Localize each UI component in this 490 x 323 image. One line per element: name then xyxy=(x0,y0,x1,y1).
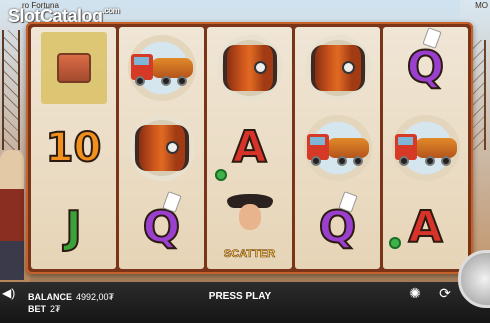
symbol-a-label: A xyxy=(231,122,267,173)
symbol-a: A xyxy=(385,189,466,267)
symbol-oil-truck xyxy=(297,109,378,187)
symbol-10-label: 10 xyxy=(45,125,103,171)
symbol-q: Q xyxy=(121,189,202,267)
reel-grid: 10 J Q A SCATTER Q Q A xyxy=(31,27,468,269)
symbol-oil-barrel xyxy=(297,29,378,107)
reel-3: A SCATTER xyxy=(207,27,292,269)
oil-barrel-icon xyxy=(304,35,371,101)
scatter-cowgirl-icon: SCATTER xyxy=(215,192,285,264)
balance-label: BALANCE xyxy=(28,292,72,302)
autoplay-icon[interactable]: ⟳ xyxy=(434,282,456,304)
reel-2: Q xyxy=(119,27,204,269)
watermark-suffix: .com xyxy=(102,6,120,15)
symbol-j-label: J xyxy=(64,202,82,253)
symbol-q-label: Q xyxy=(406,42,445,93)
symbol-oil-truck xyxy=(385,109,466,187)
oil-truck-icon xyxy=(127,35,196,101)
bet-label: BET xyxy=(28,304,46,314)
oil-barrel-icon xyxy=(216,35,283,101)
oil-truck-icon xyxy=(303,115,372,181)
press-play-prompt: PRESS PLAY xyxy=(208,291,272,302)
cowboy-character xyxy=(0,150,24,280)
symbol-a-label: A xyxy=(407,202,443,253)
reel-frame: 10 J Q A SCATTER Q Q A xyxy=(26,22,473,274)
symbol-oil-barrel xyxy=(209,29,290,107)
gem-icon xyxy=(215,169,227,181)
reel-5: Q A xyxy=(383,27,468,269)
symbol-oil-truck xyxy=(121,29,202,107)
oil-derrick-left xyxy=(2,30,20,150)
bet-row: BET 2₮ xyxy=(28,303,114,315)
symbol-q-label: Q xyxy=(318,202,357,253)
oil-barrel-icon xyxy=(128,115,195,181)
reel-1: 10 J xyxy=(31,27,116,269)
scatter-label: SCATTER xyxy=(223,248,276,261)
symbol-a: A xyxy=(209,109,290,187)
gem-icon xyxy=(389,237,401,249)
symbol-q: Q xyxy=(385,27,466,107)
balance-info: BALANCE 4992,00₮ BET 2₮ xyxy=(28,291,114,315)
balance-row: BALANCE 4992,00₮ xyxy=(28,291,114,303)
oil-truck-icon xyxy=(391,115,460,181)
mode-label: MO xyxy=(475,1,488,10)
symbol-q: Q xyxy=(297,189,378,267)
symbol-j: J xyxy=(33,189,114,267)
bet-value: 2₮ xyxy=(50,304,61,314)
treasure-chest-icon xyxy=(40,32,107,104)
symbol-q-label: Q xyxy=(142,202,181,253)
symbol-oil-barrel xyxy=(121,109,202,187)
symbol-scatter: SCATTER xyxy=(209,189,290,267)
symbol-10: 10 xyxy=(33,109,114,187)
settings-icon[interactable]: ✺ xyxy=(404,282,426,304)
symbol-treasure-chest xyxy=(33,29,114,107)
balance-value: 4992,00₮ xyxy=(76,292,115,302)
speaker-icon[interactable]: ◀) xyxy=(2,286,15,300)
reel-4: Q xyxy=(295,27,380,269)
